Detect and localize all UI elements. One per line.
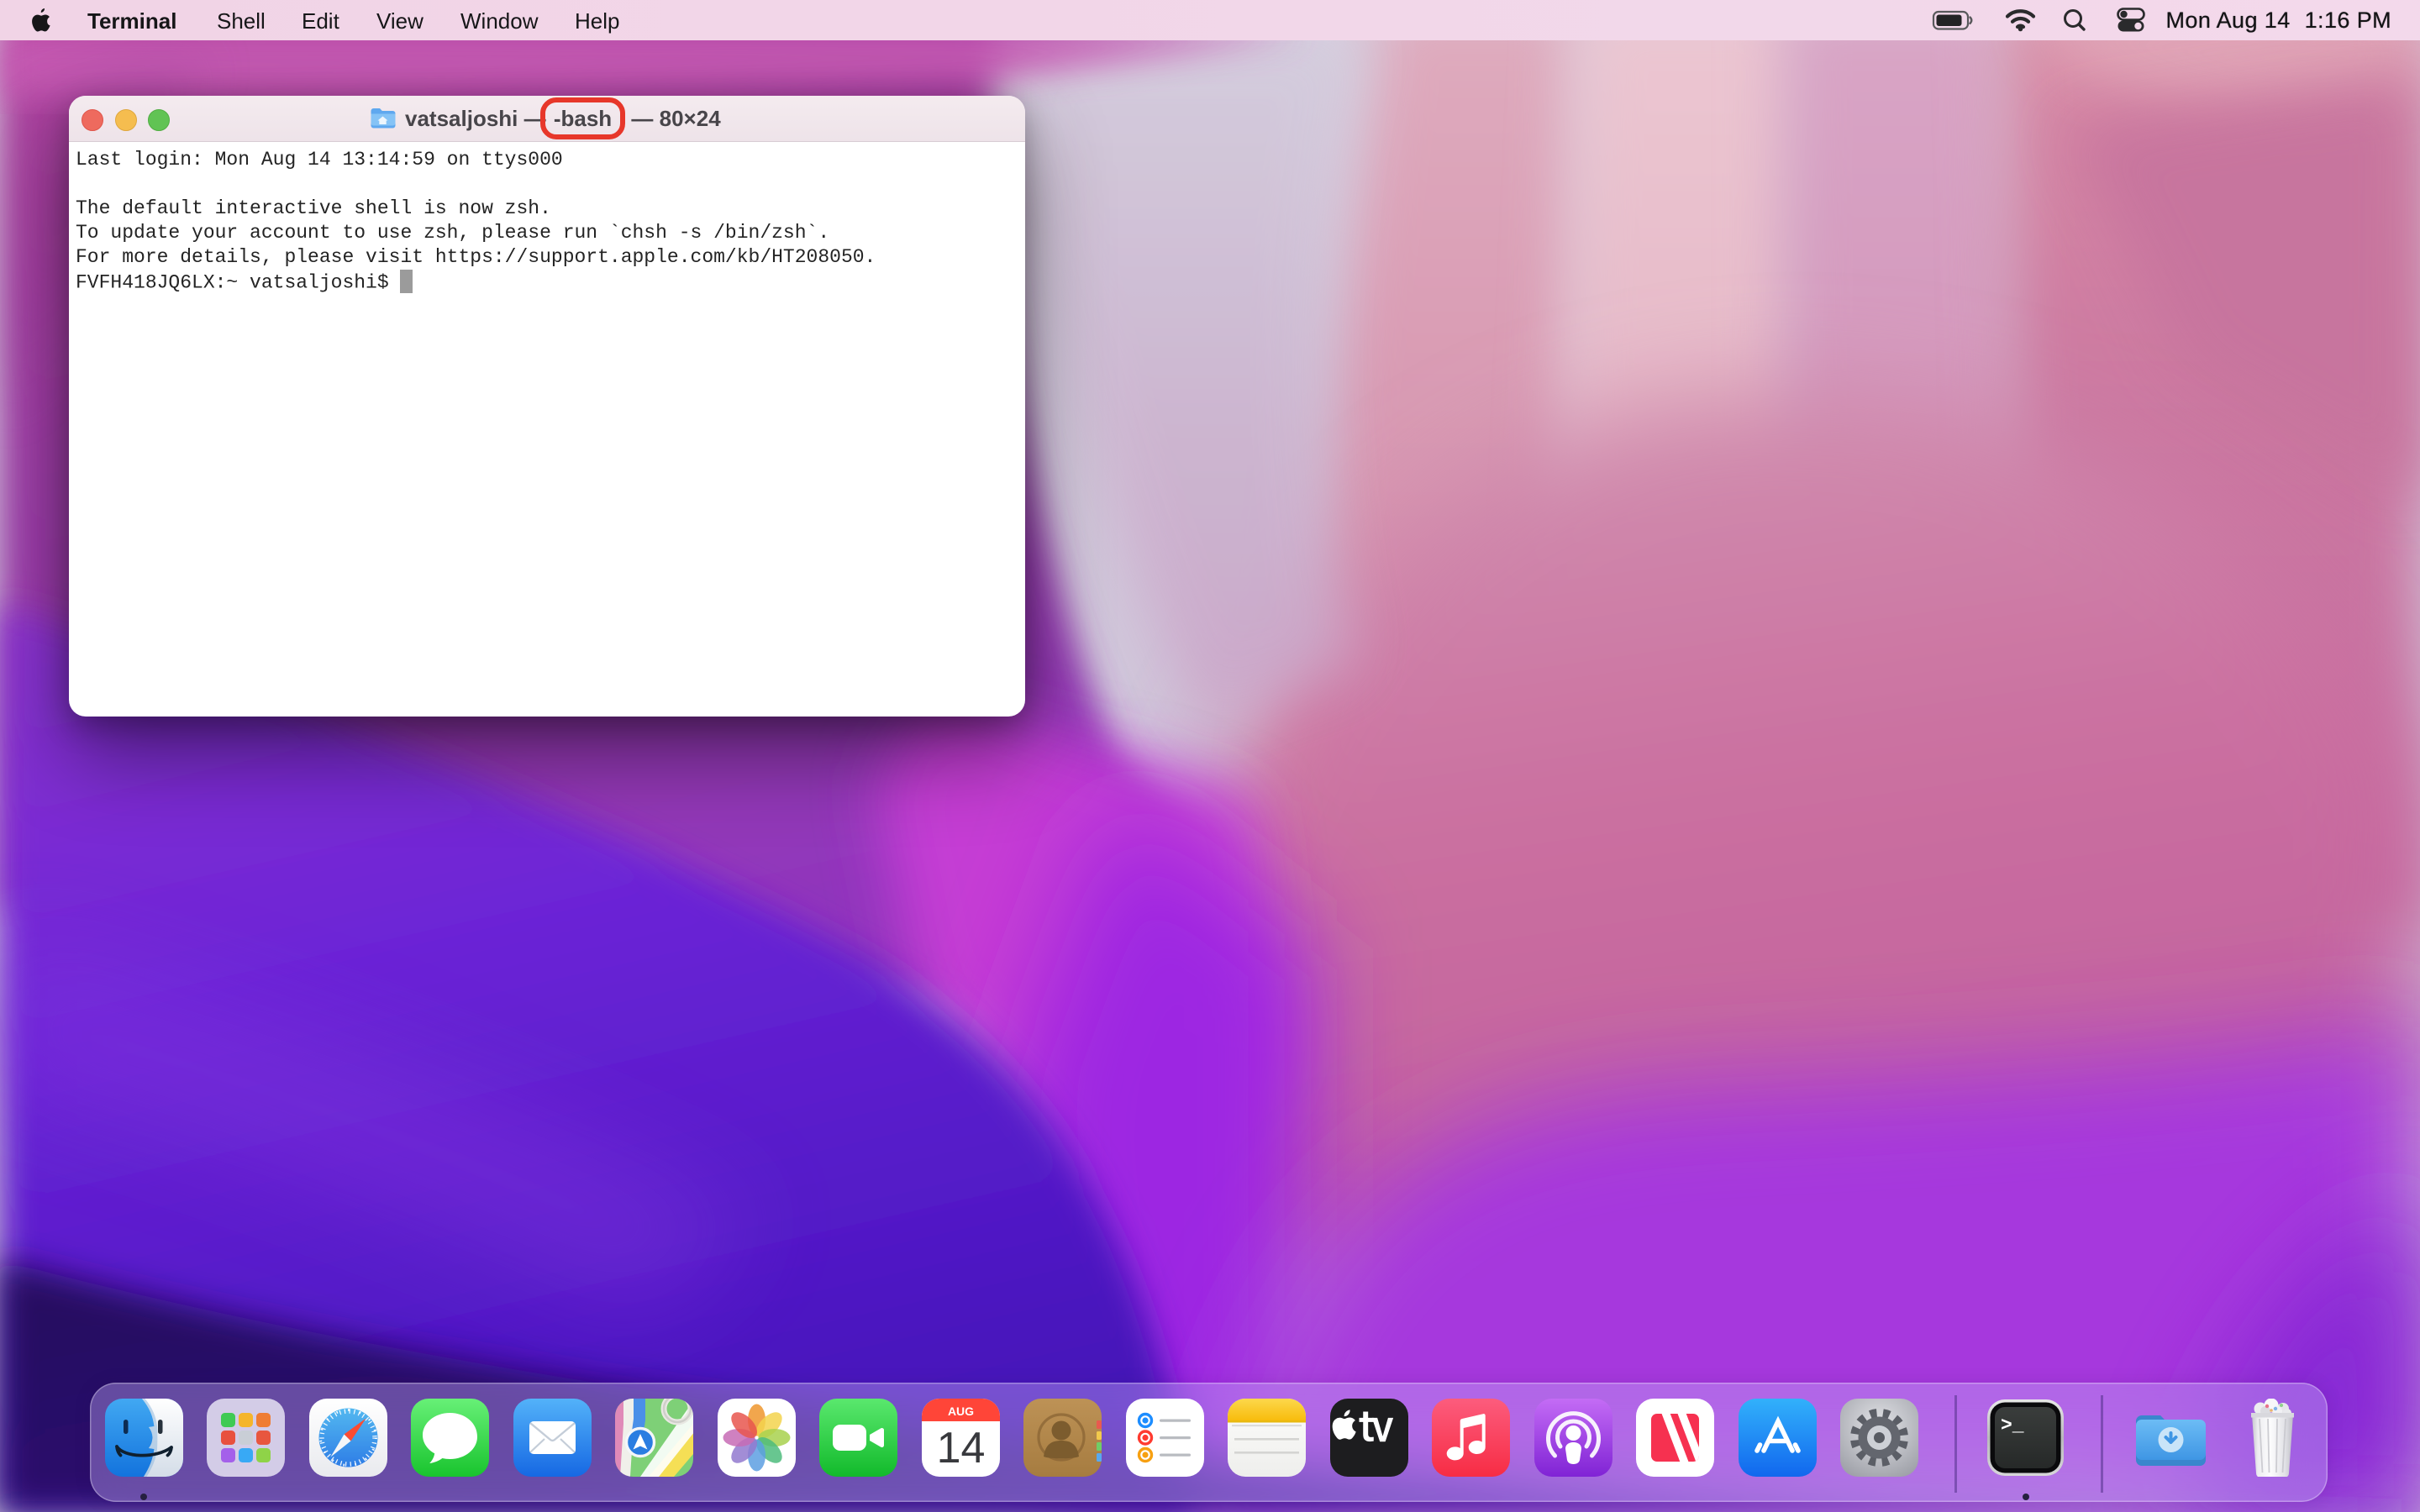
svg-text:>_: >_ bbox=[2001, 1415, 2024, 1436]
svg-text:AUG: AUG bbox=[947, 1404, 973, 1418]
svg-text:14: 14 bbox=[936, 1424, 985, 1473]
